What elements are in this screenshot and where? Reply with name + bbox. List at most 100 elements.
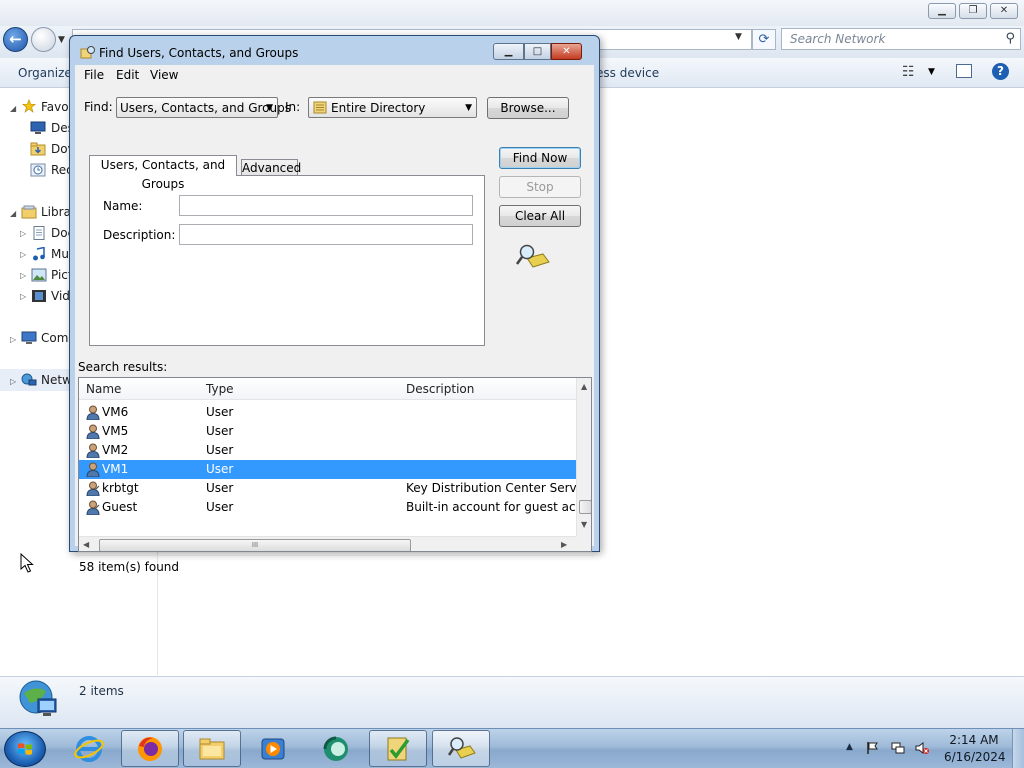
expand-arrow-icon[interactable]: ◢ xyxy=(10,104,16,113)
refresh-button[interactable]: ⟳ xyxy=(752,29,776,50)
find-type-dropdown[interactable]: Users, Contacts, and Groups ▼ xyxy=(116,97,291,118)
search-input[interactable]: Search Network ⚲ xyxy=(781,28,1021,50)
dialog-minimize-button[interactable]: ▁ xyxy=(493,43,524,60)
pictures-icon xyxy=(31,268,47,282)
internet-explorer-icon[interactable] xyxy=(74,734,104,764)
show-desktop-button[interactable] xyxy=(1012,729,1024,768)
show-hidden-icons[interactable]: ▲ xyxy=(846,742,853,752)
recent-pages-dropdown-icon[interactable]: ▼ xyxy=(58,35,65,45)
row-name: krbtgt xyxy=(102,481,139,495)
dialog-status-bar: 58 item(s) found xyxy=(75,555,594,577)
clock-date[interactable]: 6/16/2024 xyxy=(944,750,1006,764)
action-center-flag-icon[interactable] xyxy=(866,741,880,755)
find-now-button[interactable]: Find Now xyxy=(499,147,581,169)
dialog-body: File Edit View Find: Users, Contacts, an… xyxy=(75,65,594,574)
collapsed-arrow-icon[interactable]: ▷ xyxy=(10,377,16,386)
row-type: User xyxy=(206,500,234,514)
preview-pane-icon[interactable] xyxy=(956,64,972,78)
find-users-dialog: Find Users, Contacts, and Groups ▁ □ ✕ F… xyxy=(69,35,600,574)
table-row[interactable]: krbtgt User Key Distribution Center Serv… xyxy=(79,479,576,498)
collapsed-arrow-icon[interactable]: ▷ xyxy=(20,292,26,301)
menu-view[interactable]: View xyxy=(150,68,178,82)
details-pane xyxy=(0,676,1024,728)
menu-file[interactable]: File xyxy=(84,68,104,82)
tab-users-contacts-groups[interactable]: Users, Contacts, and Groups xyxy=(89,155,237,191)
search-icon[interactable]: ⚲ xyxy=(1005,31,1015,46)
column-header-type[interactable]: Type xyxy=(206,382,234,396)
nav-libraries[interactable]: Libra xyxy=(41,205,71,219)
dialog-close-button[interactable]: ✕ xyxy=(551,43,582,60)
find-label: Find: xyxy=(84,100,113,114)
user-icon xyxy=(86,405,100,420)
vertical-scrollbar[interactable]: ▲ ▼ xyxy=(576,378,591,536)
add-wireless-device-button[interactable]: ess device xyxy=(596,66,659,80)
column-header-name[interactable]: Name xyxy=(86,382,121,396)
dialog-menubar: File Edit View xyxy=(75,65,594,85)
row-type: User xyxy=(206,424,234,438)
results-count: 58 item(s) found xyxy=(79,560,180,574)
table-row[interactable]: VM5 User xyxy=(79,422,576,441)
clock-time[interactable]: 2:14 AM xyxy=(944,733,1004,747)
vertical-scroll-thumb[interactable] xyxy=(579,500,591,514)
find-dialog-title-icon xyxy=(80,46,95,59)
name-field[interactable] xyxy=(179,195,473,216)
browse-button[interactable]: Browse... xyxy=(487,97,569,119)
horizontal-scroll-thumb[interactable]: III xyxy=(99,539,411,551)
help-icon[interactable]: ? xyxy=(992,63,1009,80)
mouse-cursor-icon xyxy=(20,553,34,573)
collapsed-arrow-icon[interactable]: ▷ xyxy=(20,271,26,280)
view-dropdown-icon[interactable]: ▼ xyxy=(928,67,935,77)
scroll-down-arrow-icon[interactable]: ▼ xyxy=(581,520,587,529)
horizontal-scrollbar[interactable]: ◀ III ▶ xyxy=(79,536,576,551)
item-count: 2 items xyxy=(79,684,124,698)
in-location-value: Entire Directory xyxy=(331,101,426,115)
in-label: In: xyxy=(285,100,301,114)
remote-app-icon[interactable] xyxy=(321,734,351,764)
table-row[interactable]: Guest User Built-in account for guest ac… xyxy=(79,498,576,517)
scroll-up-arrow-icon[interactable]: ▲ xyxy=(581,382,587,391)
collapsed-arrow-icon[interactable]: ▷ xyxy=(20,250,26,259)
menu-edit[interactable]: Edit xyxy=(116,68,139,82)
row-name: VM6 xyxy=(102,405,129,419)
user-icon xyxy=(86,481,100,496)
nav-videos[interactable]: Vid xyxy=(51,289,70,303)
minimize-button[interactable]: ▁ xyxy=(928,3,956,19)
organize-menu[interactable]: Organize xyxy=(18,66,72,80)
collapsed-arrow-icon[interactable]: ▷ xyxy=(20,229,26,238)
chevron-down-icon: ▼ xyxy=(266,103,273,113)
table-row-selected[interactable]: VM1 User xyxy=(79,460,576,479)
volume-muted-icon[interactable] xyxy=(915,741,929,755)
nav-network[interactable]: Netw xyxy=(41,373,72,387)
description-field[interactable] xyxy=(179,224,473,245)
scroll-right-arrow-icon[interactable]: ▶ xyxy=(561,540,567,549)
media-player-icon[interactable] xyxy=(258,734,288,764)
stop-button[interactable]: Stop xyxy=(499,176,581,198)
table-row[interactable]: VM6 User xyxy=(79,403,576,422)
videos-icon xyxy=(32,290,46,302)
restore-button[interactable]: ❐ xyxy=(959,3,987,19)
address-dropdown-icon[interactable]: ▼ xyxy=(735,32,742,42)
nav-music[interactable]: Mu xyxy=(51,247,69,261)
clear-all-button[interactable]: Clear All xyxy=(499,205,581,227)
close-button[interactable]: ✕ xyxy=(990,3,1018,19)
find-users-icon xyxy=(447,737,476,759)
row-type: User xyxy=(206,462,234,476)
search-results-list[interactable]: Name Type Description VM6 User VM5 User … xyxy=(78,377,592,552)
directory-icon xyxy=(313,101,327,114)
network-tray-icon[interactable] xyxy=(891,741,905,755)
checklist-icon xyxy=(387,737,410,761)
expand-arrow-icon[interactable]: ◢ xyxy=(10,209,16,218)
search-placeholder: Search Network xyxy=(790,32,886,46)
dialog-maximize-button[interactable]: □ xyxy=(524,43,551,60)
row-name: VM5 xyxy=(102,424,129,438)
folder-icon xyxy=(199,738,225,760)
forward-button[interactable] xyxy=(31,27,56,52)
table-row[interactable]: VM2 User xyxy=(79,441,576,460)
chevron-down-icon: ▼ xyxy=(465,103,472,113)
in-location-dropdown[interactable]: Entire Directory ▼ xyxy=(308,97,477,118)
column-header-description[interactable]: Description xyxy=(406,382,474,396)
back-button[interactable]: ← xyxy=(3,27,28,52)
change-view-icon[interactable]: ☷ xyxy=(902,64,915,80)
scroll-left-arrow-icon[interactable]: ◀ xyxy=(83,540,89,549)
collapsed-arrow-icon[interactable]: ▷ xyxy=(10,335,16,344)
